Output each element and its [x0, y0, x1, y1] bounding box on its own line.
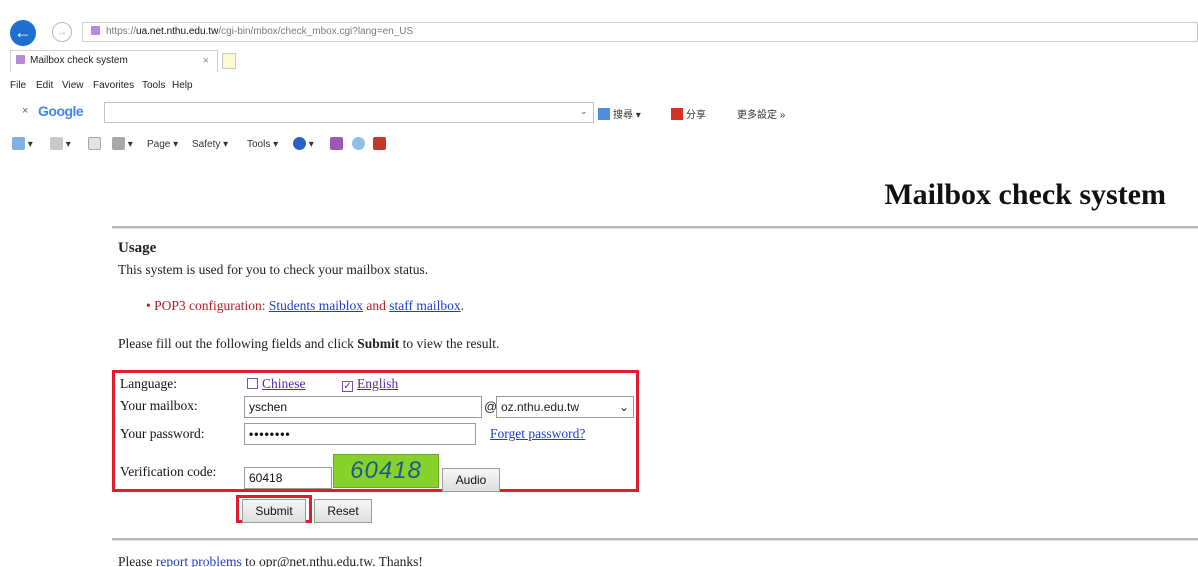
- language-english-option[interactable]: ✓ English: [342, 376, 398, 392]
- language-label: Language:: [120, 376, 177, 391]
- menu-file[interactable]: File: [10, 76, 26, 96]
- mail-icon[interactable]: [88, 134, 101, 156]
- url-prefix: https://: [106, 26, 137, 37]
- password-label: Your password:: [120, 426, 205, 441]
- url-path: /cgi-bin/mbox/check_mbox.cgi?lang=en_US: [218, 26, 414, 37]
- address-row: ← → https://ua.net.nthu.edu.tw/cgi-bin/m…: [0, 0, 1198, 46]
- mailbox-input[interactable]: yschen: [244, 396, 482, 418]
- footer-text: Please report problems to opr@net.nthu.e…: [118, 554, 423, 567]
- reset-button[interactable]: Reset: [314, 499, 372, 523]
- feeds-icon[interactable]: ▾: [50, 134, 71, 156]
- checkbox-unchecked-icon[interactable]: [247, 378, 258, 389]
- site-favicon-icon: [91, 26, 100, 35]
- google-toolbar: × Google ⌄ 搜尋 ▾ 分享 更多設定 »: [0, 100, 1198, 126]
- usage-text: This system is used for you to check you…: [118, 262, 429, 277]
- tab-favicon-icon: [16, 55, 25, 64]
- research-icon[interactable]: [330, 134, 343, 156]
- report-problems-link[interactable]: report problems: [156, 554, 242, 567]
- address-bar[interactable]: https://ua.net.nthu.edu.tw/cgi-bin/mbox/…: [82, 22, 1198, 42]
- close-tab-icon[interactable]: ×: [203, 51, 209, 71]
- password-input[interactable]: ••••••••: [244, 423, 476, 445]
- verification-label: Verification code:: [120, 464, 217, 479]
- translate-icon[interactable]: [373, 134, 386, 156]
- browser-chrome: ← → https://ua.net.nthu.edu.tw/cgi-bin/m…: [0, 0, 1198, 168]
- usage-heading: Usage: [118, 240, 157, 256]
- tab-title: Mailbox check system: [30, 55, 128, 66]
- submit-button[interactable]: Submit: [242, 499, 306, 523]
- new-tab-button[interactable]: [222, 53, 236, 69]
- page-menu[interactable]: Page ▾: [147, 134, 178, 156]
- page-title: Mailbox check system: [884, 178, 1166, 211]
- google-more-settings[interactable]: 更多設定 »: [737, 106, 785, 121]
- top-divider: [112, 226, 1198, 229]
- share-icon: [671, 108, 683, 120]
- google-search-input[interactable]: [104, 102, 594, 123]
- mailbox-label: Your mailbox:: [120, 398, 198, 413]
- menu-bar: File Edit View Favorites Tools Help: [0, 76, 1198, 96]
- staff-mailbox-link[interactable]: staff mailbox: [389, 298, 460, 313]
- search-icon: [598, 108, 610, 120]
- forget-password-link[interactable]: Forget password?: [490, 426, 585, 442]
- audio-button[interactable]: Audio: [442, 468, 500, 492]
- menu-tools[interactable]: Tools: [142, 76, 165, 96]
- tab-row: Mailbox check system ×: [0, 50, 1198, 72]
- menu-help[interactable]: Help: [172, 76, 193, 96]
- google-search-button[interactable]: 搜尋 ▾: [598, 106, 641, 121]
- tab-mailbox-check[interactable]: Mailbox check system ×: [10, 50, 218, 72]
- google-share-button[interactable]: 分享: [671, 106, 706, 121]
- home-icon[interactable]: ▾: [12, 134, 33, 156]
- chevron-down-icon[interactable]: ⌄: [580, 106, 588, 117]
- bottom-divider: [112, 538, 1198, 541]
- language-chinese-option[interactable]: Chinese: [247, 376, 306, 392]
- help-icon[interactable]: ▾: [293, 134, 314, 156]
- pop3-config-item: • POP3 configuration: Students maiblox a…: [146, 298, 464, 313]
- command-bar: ▾ ▾ ▾ Page ▾ Safety ▾ Tools ▾ ▾: [0, 134, 1198, 156]
- captcha-image: 60418: [333, 454, 439, 488]
- back-button[interactable]: ←: [10, 20, 36, 46]
- verification-input[interactable]: 60418: [244, 467, 332, 489]
- checkbox-checked-icon[interactable]: ✓: [342, 381, 353, 392]
- close-toolbar-icon[interactable]: ×: [22, 105, 28, 117]
- instructions-text: Please fill out the following fields and…: [118, 336, 500, 351]
- tools-menu[interactable]: Tools ▾: [247, 134, 278, 156]
- chevron-down-icon: ⌄: [618, 400, 629, 414]
- menu-edit[interactable]: Edit: [36, 76, 53, 96]
- menu-view[interactable]: View: [62, 76, 84, 96]
- settings-icon[interactable]: [352, 134, 365, 156]
- safety-menu[interactable]: Safety ▾: [192, 134, 228, 156]
- domain-select[interactable]: oz.nthu.edu.tw ⌄: [496, 396, 634, 418]
- google-logo: Google: [38, 103, 84, 119]
- forward-button[interactable]: →: [52, 22, 72, 42]
- menu-favorites[interactable]: Favorites: [93, 76, 134, 96]
- url-host: ua.net.nthu.edu.tw: [136, 26, 219, 37]
- students-mailbox-link[interactable]: Students maiblox: [269, 298, 363, 313]
- print-icon[interactable]: ▾: [112, 134, 133, 156]
